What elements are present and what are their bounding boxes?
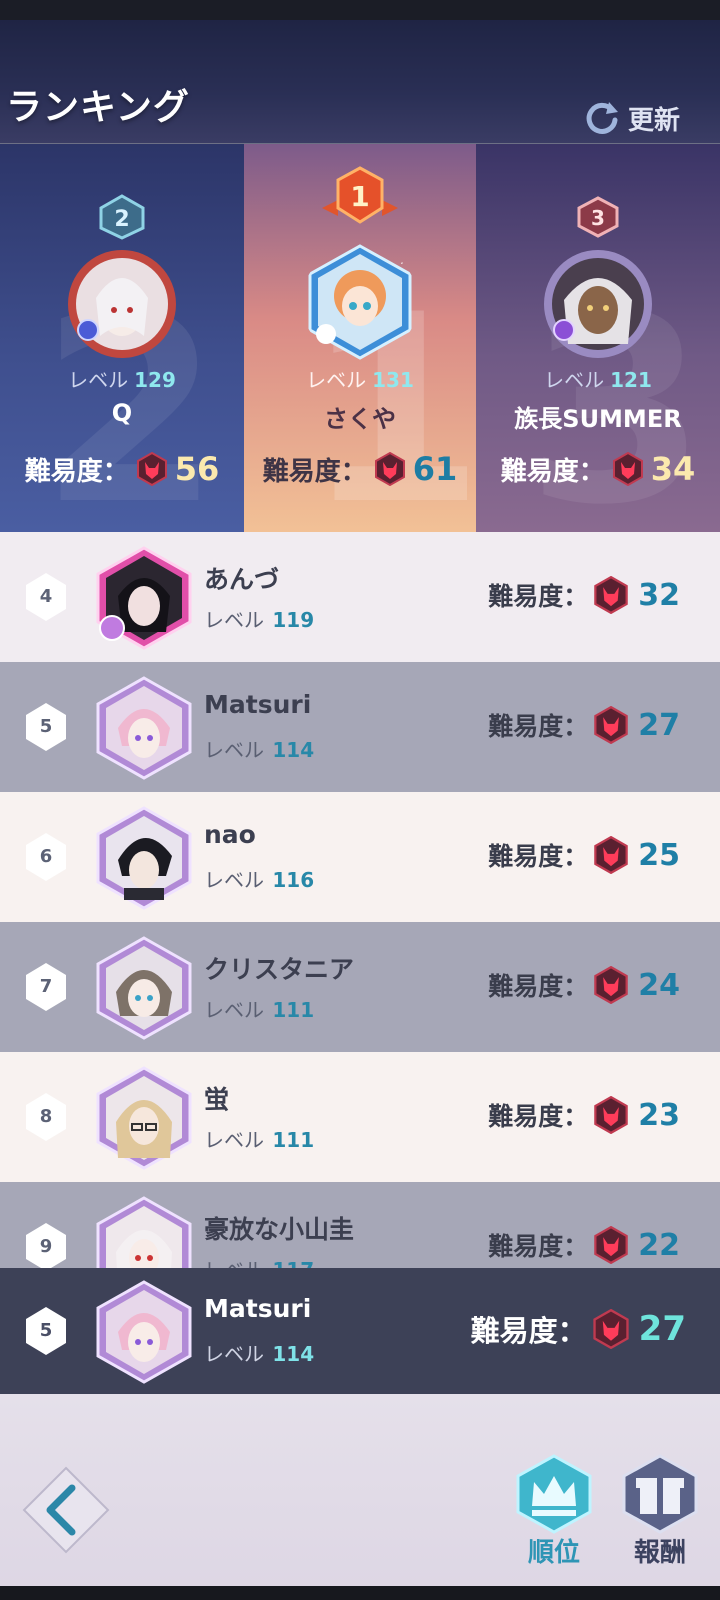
difficulty: 難易度： 25 [488,836,680,874]
header: ランキング 更新 [0,20,720,144]
podium-player-name: さくや [324,405,396,433]
avatar [96,1196,192,1268]
rank-number: 7 [39,976,53,997]
player-level: レベル 116 [204,868,315,892]
podium-rank-3[interactable]: 3 3 レベル 121 族長SUMMER 難易度： 34 [476,144,720,532]
refresh-label: 更新 [627,105,680,136]
podium-difficulty: 難易度： 34 [500,450,696,488]
page-title: ランキング [6,87,190,128]
demon-fox-icon [594,1226,629,1264]
list-item[interactable]: 7 クリスタニア レベル 111 難易度： 24 [0,922,720,1052]
list-item[interactable]: 5 Matsuri レベル 114 難易度： 27 [0,662,720,792]
rank-number: 6 [39,846,53,867]
gift-icon [622,1454,698,1534]
demon-fox-icon [593,1309,629,1349]
refresh-button[interactable]: 更新 [582,96,680,140]
rank-number: 5 [39,716,53,737]
player-level: レベル 117 [204,1254,314,1268]
tab-ranking[interactable]: 順位 [512,1454,596,1569]
player-level: レベル 111 [204,998,315,1022]
podium-difficulty: 難易度： 56 [24,450,220,488]
player-level: レベル 119 [204,608,315,632]
bottom-bar: 順位 報酬 [0,1394,720,1600]
list-item[interactable]: 9 豪放な小山圭 レベル 117 難易度： 22 [0,1182,720,1268]
ranking-screen: ランキング 更新 2 2 レベル 129 Q 難易度： 56 1 1 ✳ レベル… [0,0,720,1600]
podium-player-name: 族長SUMMER [514,405,682,433]
rank-medal-icon: 2 [99,194,145,240]
demon-fox-icon [136,452,167,486]
demon-fox-icon [594,836,629,874]
demon-fox-icon [594,966,629,1004]
avatar [96,676,192,780]
avatar [96,546,192,650]
system-nav-bar [0,1586,720,1600]
podium-level: レベル 121 [544,368,652,392]
podium-level: レベル 131 [306,368,414,392]
avatar: ✳ [308,244,416,360]
difficulty: 難易度： 27 [470,1309,686,1349]
svg-text:1: 1 [350,180,369,213]
difficulty: 難易度： 22 [488,1226,680,1264]
avatar [96,936,192,1040]
my-ranking-row[interactable]: 5 Matsuri レベル 114 難易度： 27 [0,1268,720,1394]
player-name: クリスタニア [204,955,355,984]
list-item[interactable]: 4 あんづ レベル 119 難易度： 32 [0,532,720,662]
player-name: あんづ [204,565,280,594]
podium-player-name: Q [111,399,133,427]
svg-text:3: 3 [591,206,605,230]
player-name: 豪放な小山圭 [204,1215,355,1244]
podium-rank-2[interactable]: 2 2 レベル 129 Q 難易度： 56 [0,144,244,532]
podium-difficulty: 難易度： 61 [262,450,458,488]
svg-text:2: 2 [114,207,129,232]
demon-fox-icon [612,452,643,486]
rank-number: 4 [39,586,53,607]
demon-fox-icon [374,452,405,486]
avatar [68,250,176,358]
player-level: レベル 111 [204,1128,315,1152]
difficulty: 難易度： 24 [488,966,680,1004]
difficulty: 難易度： 27 [488,706,680,744]
player-level: レベル 114 [204,1342,315,1366]
player-name: Matsuri [204,1294,312,1323]
demon-fox-icon [594,1096,629,1134]
rank-number: 9 [39,1236,53,1257]
crown-icon [516,1454,592,1534]
list-item[interactable]: 8 蛍 レベル 111 難易度： 23 [0,1052,720,1182]
tab-reward[interactable]: 報酬 [618,1454,702,1569]
avatar [96,806,192,910]
avatar [96,1066,192,1170]
rank-medal-icon: 1 [322,166,398,224]
rank-medal-icon: 3 [577,196,619,238]
back-arrow-icon[interactable] [20,1464,112,1556]
player-level: レベル 114 [204,738,315,762]
tab-ranking-label: 順位 [527,1538,580,1568]
player-name: nao [204,820,256,849]
demon-fox-icon [594,576,629,614]
avatar [96,1280,192,1384]
podium-rank-1[interactable]: 1 1 ✳ レベル 131 さくや 難易度： 61 [244,144,476,532]
top-three-podium: 2 2 レベル 129 Q 難易度： 56 1 1 ✳ レベル 131 さくや … [0,144,720,532]
difficulty: 難易度： 32 [488,576,680,614]
podium-level: レベル 129 [68,368,176,392]
difficulty: 難易度： 23 [488,1096,680,1134]
tab-reward-label: 報酬 [633,1538,686,1568]
player-name: 蛍 [204,1085,230,1114]
rank-number: 8 [39,1106,53,1127]
player-name: Matsuri [204,690,312,719]
rank-number: 5 [39,1320,53,1341]
status-bar [0,0,720,20]
list-item[interactable]: 6 nao レベル 116 難易度： 25 [0,792,720,922]
refresh-icon [586,102,618,134]
avatar [544,250,652,358]
demon-fox-icon [594,706,629,744]
